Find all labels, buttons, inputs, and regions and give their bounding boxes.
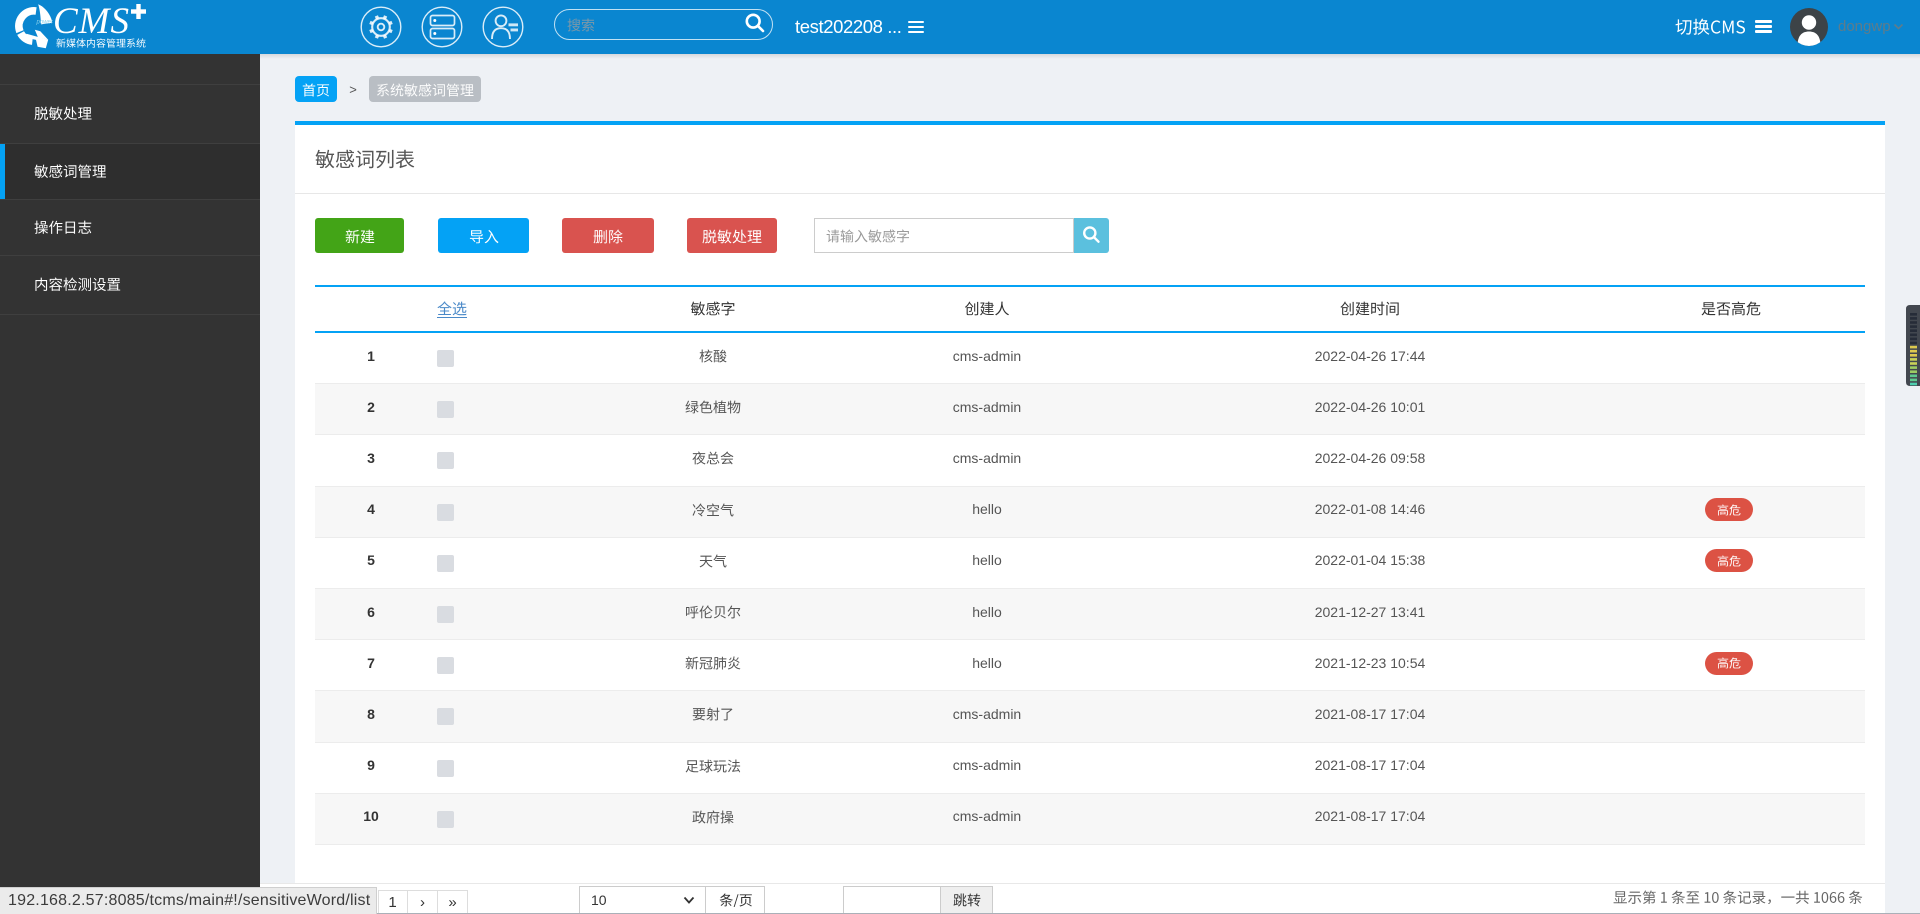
svg-text:power: power bbox=[36, 20, 54, 26]
